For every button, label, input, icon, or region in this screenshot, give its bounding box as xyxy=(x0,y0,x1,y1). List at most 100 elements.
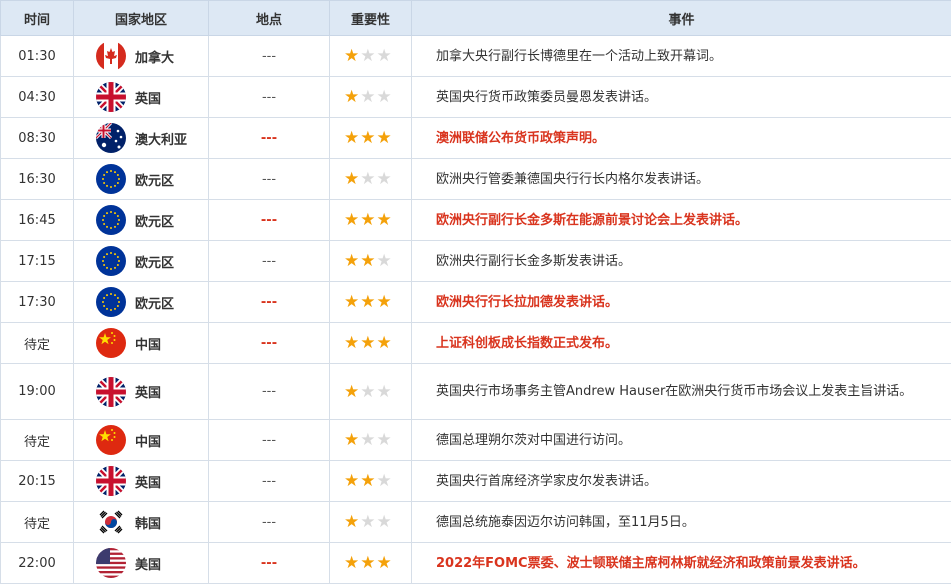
star-filled-icon: ★ xyxy=(360,333,376,353)
star-filled-icon: ★ xyxy=(344,128,360,148)
country-name: 英国 xyxy=(135,88,161,107)
event-time: 待定 xyxy=(1,502,74,543)
star-empty-icon: ★ xyxy=(377,46,393,66)
importance-rating: ★★★ xyxy=(330,502,412,543)
event-country: 中国 xyxy=(74,323,209,364)
eu-flag-icon xyxy=(96,246,126,276)
event-time: 16:45 xyxy=(1,200,74,241)
country-name: 欧元区 xyxy=(135,293,174,312)
star-filled-icon: ★ xyxy=(344,292,360,312)
event-description: 英国央行货币政策委员曼恩发表讲话。 xyxy=(412,77,951,118)
event-time: 17:30 xyxy=(1,282,74,323)
country-name: 澳大利亚 xyxy=(135,129,187,148)
star-filled-icon: ★ xyxy=(344,382,360,402)
event-location: --- xyxy=(209,420,330,461)
event-time: 待定 xyxy=(1,323,74,364)
uk-flag-icon xyxy=(96,466,126,496)
star-filled-icon: ★ xyxy=(344,169,360,189)
china-flag-icon xyxy=(96,425,126,455)
star-filled-icon: ★ xyxy=(377,210,393,230)
event-time: 待定 xyxy=(1,420,74,461)
usa-flag-icon xyxy=(96,548,126,578)
importance-rating: ★★★ xyxy=(330,282,412,323)
eu-flag-icon xyxy=(96,287,126,317)
event-description: 欧洲央行管委兼德国央行行长内格尔发表讲话。 xyxy=(412,159,951,200)
event-description: 澳洲联储公布货币政策声明。 xyxy=(412,118,951,159)
event-location: --- xyxy=(209,200,330,241)
event-description: 德国总统施泰因迈尔访问韩国，至11月5日。 xyxy=(412,502,951,543)
country-name: 中国 xyxy=(135,334,161,353)
event-description: 欧洲央行副行长金多斯在能源前景讨论会上发表讲话。 xyxy=(412,200,951,241)
event-country: 欧元区 xyxy=(74,241,209,282)
event-time: 17:15 xyxy=(1,241,74,282)
table-row[interactable]: 待定 中国 ---★★★德国总理朔尔茨对中国进行访问。 xyxy=(1,420,951,461)
table-row[interactable]: 16:45欧元区---★★★欧洲央行副行长金多斯在能源前景讨论会上发表讲话。 xyxy=(1,200,951,241)
australia-flag-icon xyxy=(96,123,126,153)
event-country: 美国 xyxy=(74,543,209,584)
uk-flag-icon xyxy=(96,82,126,112)
economic-calendar-table: 时间 国家地区 地点 重要性 事件 01:30加拿大---★★★加拿大央行副行长… xyxy=(0,0,951,584)
star-filled-icon: ★ xyxy=(344,553,360,573)
star-filled-icon: ★ xyxy=(344,471,360,491)
table-row[interactable]: 待定中国---★★★上证科创板成长指数正式发布。 xyxy=(1,323,951,364)
star-filled-icon: ★ xyxy=(344,251,360,271)
event-country: 韩国 xyxy=(74,502,209,543)
star-filled-icon: ★ xyxy=(360,128,376,148)
country-name: 中国 xyxy=(135,431,161,450)
event-country: 欧元区 xyxy=(74,200,209,241)
importance-rating: ★★★ xyxy=(330,543,412,584)
event-description: 德国总理朔尔茨对中国进行访问。 xyxy=(412,420,951,461)
star-empty-icon: ★ xyxy=(360,87,376,107)
table-row[interactable]: 08:30澳大利亚---★★★澳洲联储公布货币政策声明。 xyxy=(1,118,951,159)
event-description: 2022年FOMC票委、波士顿联储主席柯林斯就经济和政策前景发表讲话。 xyxy=(412,543,951,584)
star-filled-icon: ★ xyxy=(360,471,376,491)
importance-rating: ★★★ xyxy=(330,118,412,159)
importance-rating: ★★★ xyxy=(330,420,412,461)
event-country: 欧元区 xyxy=(74,159,209,200)
table-row[interactable]: 04:30英国---★★★英国央行货币政策委员曼恩发表讲话。 xyxy=(1,77,951,118)
star-filled-icon: ★ xyxy=(377,128,393,148)
event-location: --- xyxy=(209,461,330,502)
table-row[interactable]: 22:00美国---★★★2022年FOMC票委、波士顿联储主席柯林斯就经济和政… xyxy=(1,543,951,584)
star-filled-icon: ★ xyxy=(360,251,376,271)
event-country: 英国 xyxy=(74,364,209,420)
country-name: 英国 xyxy=(135,472,161,491)
star-filled-icon: ★ xyxy=(344,87,360,107)
star-empty-icon: ★ xyxy=(377,471,393,491)
event-location: --- xyxy=(209,118,330,159)
event-time: 04:30 xyxy=(1,77,74,118)
event-time: 08:30 xyxy=(1,118,74,159)
country-name: 美国 xyxy=(135,554,161,573)
star-empty-icon: ★ xyxy=(377,512,393,532)
event-location: --- xyxy=(209,241,330,282)
table-row[interactable]: 01:30加拿大---★★★加拿大央行副行长博德里在一个活动上致开幕词。 xyxy=(1,36,951,77)
event-country: 加拿大 xyxy=(74,36,209,77)
header-location: 地点 xyxy=(209,1,330,36)
importance-rating: ★★★ xyxy=(330,200,412,241)
event-time: 19:00 xyxy=(1,364,74,420)
table-row[interactable]: 17:30欧元区---★★★欧洲央行行长拉加德发表讲话。 xyxy=(1,282,951,323)
event-location: --- xyxy=(209,502,330,543)
table-row[interactable]: 16:30欧元区---★★★欧洲央行管委兼德国央行行长内格尔发表讲话。 xyxy=(1,159,951,200)
event-location: --- xyxy=(209,543,330,584)
header-country: 国家地区 xyxy=(74,1,209,36)
event-location: --- xyxy=(209,159,330,200)
event-description: 加拿大央行副行长博德里在一个活动上致开幕词。 xyxy=(412,36,951,77)
star-filled-icon: ★ xyxy=(360,210,376,230)
event-location: --- xyxy=(209,77,330,118)
star-filled-icon: ★ xyxy=(344,210,360,230)
table-row[interactable]: 待定韩国---★★★德国总统施泰因迈尔访问韩国，至11月5日。 xyxy=(1,502,951,543)
table-header-row: 时间 国家地区 地点 重要性 事件 xyxy=(1,1,951,36)
importance-rating: ★★★ xyxy=(330,159,412,200)
star-filled-icon: ★ xyxy=(360,553,376,573)
uk-flag-icon xyxy=(96,377,126,407)
event-description: 英国央行首席经济学家皮尔发表讲话。 xyxy=(412,461,951,502)
country-name: 欧元区 xyxy=(135,211,174,230)
country-name: 英国 xyxy=(135,382,161,401)
table-body: 01:30加拿大---★★★加拿大央行副行长博德里在一个活动上致开幕词。04:3… xyxy=(1,36,951,584)
event-country: 中国 xyxy=(74,420,209,461)
table-row[interactable]: 17:15欧元区---★★★欧洲央行副行长金多斯发表讲话。 xyxy=(1,241,951,282)
table-row[interactable]: 19:00英国---★★★英国央行市场事务主管Andrew Hauser在欧洲央… xyxy=(1,364,951,420)
star-empty-icon: ★ xyxy=(360,430,376,450)
table-row[interactable]: 20:15英国---★★★英国央行首席经济学家皮尔发表讲话。 xyxy=(1,461,951,502)
